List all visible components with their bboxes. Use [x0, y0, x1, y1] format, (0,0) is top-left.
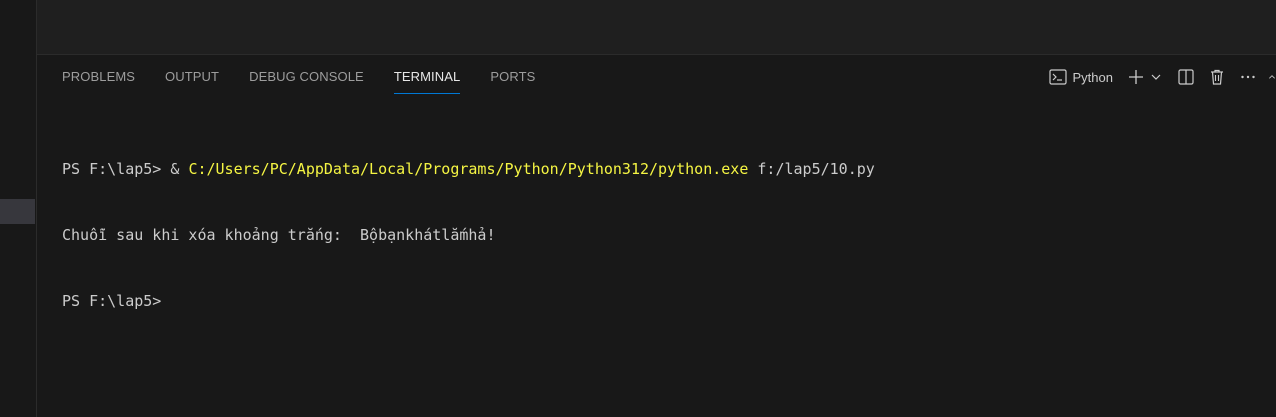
split-terminal-button[interactable] — [1175, 66, 1197, 88]
side-strip — [0, 0, 37, 417]
terminal-line-command: PS F:\lap5> & C:/Users/PC/AppData/Local/… — [62, 158, 875, 180]
script-argument: f:/lap5/10.py — [748, 160, 875, 178]
trash-icon — [1211, 69, 1223, 85]
vscode-window: PROBLEMS OUTPUT DEBUG CONSOLE TERMINAL P… — [0, 0, 1276, 417]
tab-ports[interactable]: PORTS — [490, 55, 535, 99]
panel-tabs: PROBLEMS OUTPUT DEBUG CONSOLE TERMINAL P… — [37, 55, 565, 99]
terminal-line-prompt: PS F:\lap5> — [62, 292, 171, 310]
python-exe-path: C:/Users/PC/AppData/Local/Programs/Pytho… — [188, 160, 749, 178]
terminal-operator: & — [170, 160, 189, 178]
terminal-icon — [1048, 69, 1067, 85]
split-icon — [1178, 69, 1194, 85]
terminal-prompt: PS F:\lap5> — [62, 160, 171, 178]
tab-debug-console[interactable]: DEBUG CONSOLE — [249, 55, 364, 99]
new-terminal-button[interactable] — [1125, 66, 1147, 88]
plus-icon — [1129, 70, 1143, 84]
tab-terminal[interactable]: TERMINAL — [393, 55, 461, 99]
terminal-profile-label: Python — [1072, 69, 1113, 85]
panel-actions: Python — [1048, 55, 1276, 99]
more-icon — [1241, 75, 1255, 79]
kill-terminal-button[interactable] — [1206, 66, 1228, 88]
chevron-down-icon — [1151, 74, 1161, 80]
terminal-line-output: Chuỗi sau khi xóa khoảng trắng: Bộbạnkhá… — [62, 226, 496, 244]
chevron-up-icon — [1269, 75, 1275, 79]
editor-area — [37, 0, 1276, 55]
maximize-panel-button[interactable] — [1268, 66, 1276, 88]
terminal-profile-selector[interactable]: Python — [1048, 69, 1113, 85]
terminal-output[interactable]: PS F:\lap5> & C:/Users/PC/AppData/Local/… — [62, 114, 875, 356]
tab-problems[interactable]: PROBLEMS — [62, 55, 135, 99]
tab-output[interactable]: OUTPUT — [165, 55, 219, 99]
bottom-panel: PROBLEMS OUTPUT DEBUG CONSOLE TERMINAL P… — [37, 55, 1276, 417]
terminal-dropdown-button[interactable] — [1149, 66, 1163, 88]
side-selection[interactable] — [0, 199, 35, 224]
more-actions-button[interactable] — [1237, 66, 1259, 88]
